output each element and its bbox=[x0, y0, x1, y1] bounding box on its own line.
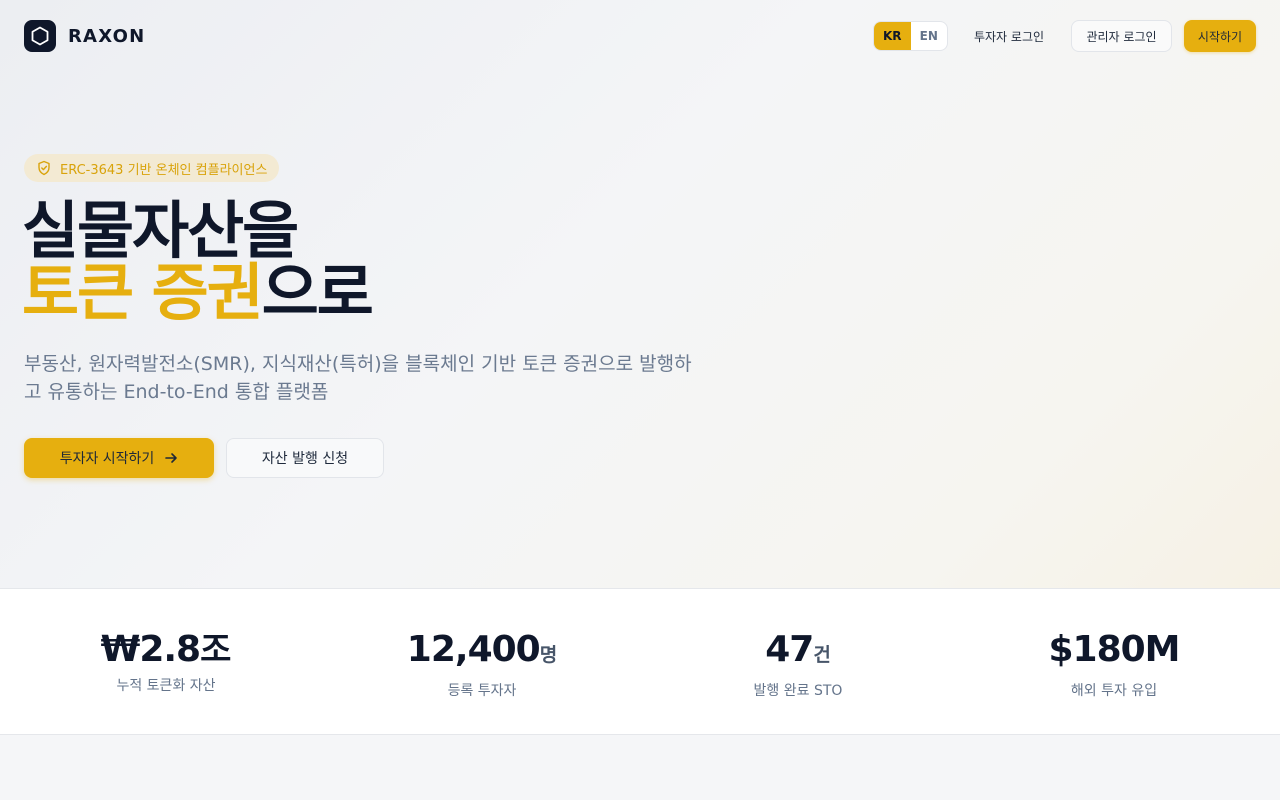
stat-value: 47건 bbox=[765, 629, 831, 670]
stat-item: 12,400명 등록 투자자 bbox=[324, 589, 640, 734]
investor-start-button[interactable]: 투자자 시작하기 bbox=[24, 438, 214, 478]
stat-value: ₩2.8조 bbox=[100, 629, 232, 670]
brand-name: RAXON bbox=[68, 25, 146, 47]
hero-subtitle: 부동산, 원자력발전소(SMR), 지식재산(특허)을 블록체인 기반 토큰 증… bbox=[24, 353, 692, 403]
stat-value: $180M bbox=[1048, 629, 1180, 670]
stat-value: 12,400명 bbox=[406, 629, 558, 670]
stats-bar: ₩2.8조 누적 토큰화 자산 12,400명 등록 투자자 47건 발행 완료… bbox=[0, 588, 1280, 735]
brand-logo[interactable]: RAXON bbox=[24, 20, 145, 52]
shield-check-icon bbox=[36, 160, 52, 176]
stat-unit: 명 bbox=[539, 644, 558, 666]
hero-headline: 실물자산을 토큰 증권으로 bbox=[22, 200, 722, 324]
stat-unit: 건 bbox=[813, 644, 831, 666]
investor-start-label: 투자자 시작하기 bbox=[59, 451, 155, 467]
language-toggle: KR EN bbox=[873, 21, 948, 51]
start-button[interactable]: 시작하기 bbox=[1184, 20, 1256, 52]
stat-label: 해외 투자 유입 bbox=[1070, 683, 1158, 699]
badge-label: ERC-3643 기반 온체인 컴플라이언스 bbox=[60, 162, 268, 178]
stat-item: ₩2.8조 누적 토큰화 자산 bbox=[8, 589, 324, 734]
stat-label: 발행 완료 STO bbox=[753, 683, 843, 699]
lang-kr-button[interactable]: KR bbox=[874, 22, 911, 50]
headline-suffix: 으로 bbox=[261, 256, 374, 329]
headline-accent: 토큰 증권 bbox=[22, 256, 264, 329]
stat-item: 47건 발행 완료 STO bbox=[640, 589, 956, 734]
top-header: RAXON KR EN 투자자 로그인 관리자 로그인 시작하기 bbox=[0, 0, 1280, 72]
investor-login-link[interactable]: 투자자 로그인 bbox=[958, 21, 1060, 51]
next-section bbox=[0, 735, 1280, 800]
admin-login-button[interactable]: 관리자 로그인 bbox=[1071, 20, 1172, 52]
stat-label: 누적 토큰화 자산 bbox=[116, 678, 216, 694]
compliance-badge: ERC-3643 기반 온체인 컴플라이언스 bbox=[24, 154, 280, 182]
lang-en-button[interactable]: EN bbox=[911, 22, 948, 50]
stat-unit: 조 bbox=[200, 630, 232, 670]
asset-issuance-button[interactable]: 자산 발행 신청 bbox=[226, 438, 384, 478]
stat-item: $180M 해외 투자 유입 bbox=[956, 589, 1272, 734]
arrow-right-icon bbox=[164, 451, 178, 465]
stat-label: 등록 투자자 bbox=[447, 683, 517, 699]
hexagon-icon bbox=[24, 20, 56, 52]
hero-section: RAXON KR EN 투자자 로그인 관리자 로그인 시작하기 ERC-364… bbox=[0, 0, 1280, 589]
